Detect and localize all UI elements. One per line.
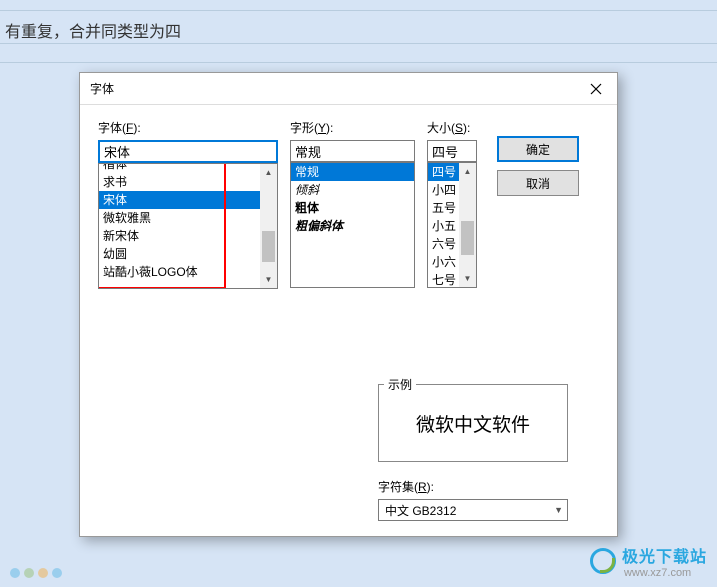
charset-value: 中文 GB2312 — [385, 502, 456, 519]
bg-line — [0, 62, 717, 63]
list-item[interactable]: 粗体 — [291, 199, 414, 217]
list-item[interactable]: 倾斜 — [291, 181, 414, 199]
list-item[interactable]: 小五 — [428, 217, 459, 235]
list-item[interactable]: 求书 — [99, 173, 260, 191]
list-item[interactable]: 五号 — [428, 199, 459, 217]
list-item[interactable]: 楷体 — [99, 163, 260, 173]
buttons-column: 确定 取消 — [489, 119, 599, 289]
bg-line — [0, 43, 717, 44]
style-input[interactable] — [290, 140, 415, 162]
ok-button[interactable]: 确定 — [497, 136, 579, 162]
scroll-track[interactable] — [260, 181, 277, 271]
bg-line — [0, 10, 717, 11]
sample-group: 微软中文软件 示例 — [378, 384, 568, 462]
list-item[interactable]: 粗偏斜体 — [291, 217, 414, 235]
cancel-button[interactable]: 取消 — [497, 170, 579, 196]
close-button[interactable] — [575, 73, 617, 104]
sample-preview: 微软中文软件 — [378, 384, 568, 462]
size-input[interactable] — [427, 140, 477, 162]
dialog-title: 字体 — [90, 80, 114, 97]
list-item[interactable]: 微软雅黑 — [99, 209, 260, 227]
list-item[interactable]: 宋体 — [99, 191, 260, 209]
watermark: 极光下载站 www.xz7.com — [590, 543, 707, 579]
size-listbox[interactable]: 四号 小四 五号 小五 六号 小六 七号 ▲ ▼ — [427, 162, 477, 288]
list-item[interactable]: 常规 — [291, 163, 414, 181]
sample-label: 示例 — [384, 376, 416, 393]
list-item[interactable]: 幼圆 — [99, 245, 260, 263]
charset-section: 字符集(R): 中文 GB2312 ▼ — [378, 478, 568, 521]
font-dialog: 字体 字体(F): 楷体 求书 宋体 微软雅黑 新宋体 幼圆 站酷小薇LOGO体 — [79, 72, 618, 537]
watermark-brand: 极光下载站 — [622, 543, 707, 567]
watermark-text-block: 极光下载站 www.xz7.com — [622, 543, 707, 579]
font-listbox[interactable]: 楷体 求书 宋体 微软雅黑 新宋体 幼圆 站酷小薇LOGO体 ▲ ▼ — [98, 163, 278, 289]
list-item[interactable]: 新宋体 — [99, 227, 260, 245]
background-text: 有重复，合并同类型为四 — [5, 18, 181, 42]
dialog-body: 字体(F): 楷体 求书 宋体 微软雅黑 新宋体 幼圆 站酷小薇LOGO体 ▲ — [80, 105, 617, 303]
scroll-up-icon[interactable]: ▲ — [459, 163, 476, 180]
watermark-url: www.xz7.com — [624, 567, 707, 579]
close-icon — [590, 83, 602, 95]
font-column: 字体(F): 楷体 求书 宋体 微软雅黑 新宋体 幼圆 站酷小薇LOGO体 ▲ — [98, 119, 278, 289]
list-item[interactable]: 小四 — [428, 181, 459, 199]
scroll-down-icon[interactable]: ▼ — [260, 271, 277, 288]
titlebar: 字体 — [80, 73, 617, 105]
decorative-dots — [8, 567, 108, 579]
chevron-down-icon: ▼ — [554, 505, 563, 515]
scroll-up-icon[interactable]: ▲ — [260, 164, 277, 181]
scrollbar[interactable]: ▲ ▼ — [260, 164, 277, 288]
list-item[interactable]: 七号 — [428, 271, 459, 288]
font-input[interactable] — [98, 140, 278, 163]
list-item[interactable]: 站酷小薇LOGO体 — [99, 263, 260, 281]
size-column: 大小(S): 四号 小四 五号 小五 六号 小六 七号 ▲ ▼ — [427, 119, 477, 289]
charset-select[interactable]: 中文 GB2312 ▼ — [378, 499, 568, 521]
style-listbox[interactable]: 常规 倾斜 粗体 粗偏斜体 — [290, 162, 415, 288]
scroll-thumb[interactable] — [461, 221, 474, 255]
charset-label: 字符集(R): — [378, 478, 568, 495]
scrollbar[interactable]: ▲ ▼ — [459, 163, 476, 287]
list-item[interactable]: 四号 — [428, 163, 459, 181]
list-item[interactable]: 小六 — [428, 253, 459, 271]
style-label: 字形(Y): — [290, 119, 415, 136]
scroll-down-icon[interactable]: ▼ — [459, 270, 476, 287]
scroll-track[interactable] — [459, 180, 476, 270]
font-label: 字体(F): — [98, 119, 278, 136]
size-label: 大小(S): — [427, 119, 477, 136]
list-item[interactable]: 六号 — [428, 235, 459, 253]
style-column: 字形(Y): 常规 倾斜 粗体 粗偏斜体 — [290, 119, 415, 289]
watermark-icon — [590, 548, 616, 574]
scroll-thumb[interactable] — [262, 231, 275, 263]
